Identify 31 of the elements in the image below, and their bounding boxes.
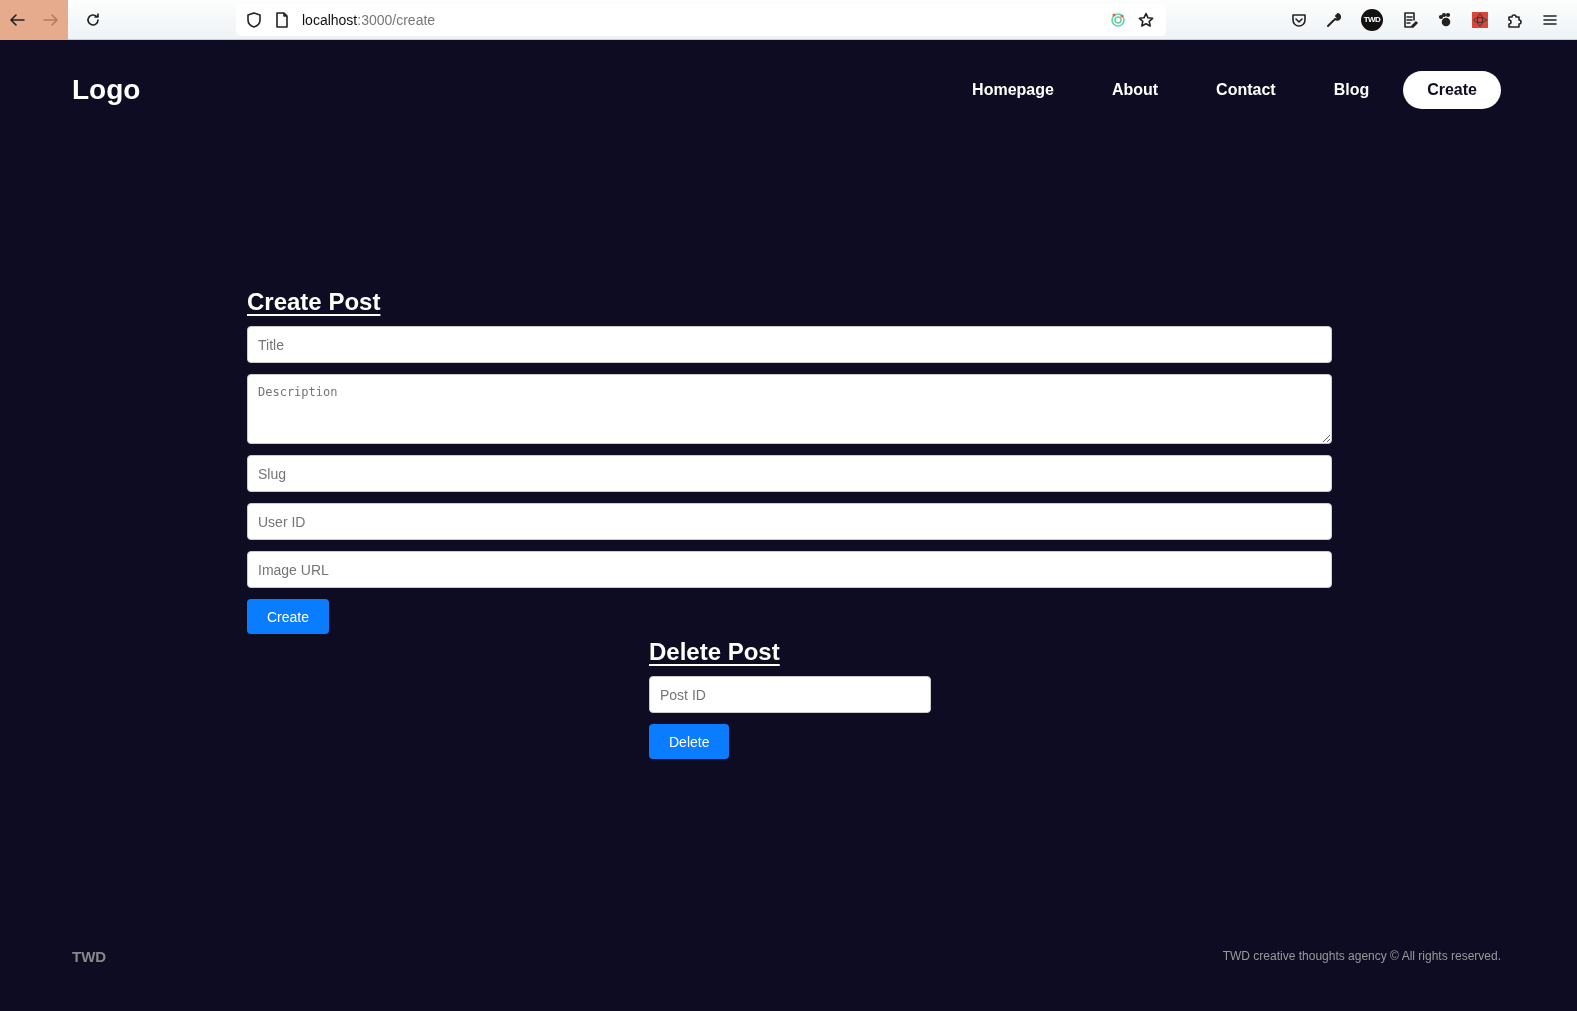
nav-link[interactable]: About — [1087, 71, 1183, 109]
nav-link[interactable]: Homepage — [948, 71, 1078, 109]
form-heading: Create Post — [247, 288, 381, 316]
url-text: localhost:3000/create — [302, 11, 436, 28]
page-icon — [274, 11, 290, 28]
submit-button[interactable]: Delete — [649, 724, 730, 759]
textarea-field[interactable]: Description — [247, 374, 1332, 444]
puzzle-icon[interactable] — [1507, 11, 1523, 28]
footer-brand: TWD — [72, 947, 107, 965]
nav-link[interactable]: Contact — [1192, 71, 1300, 109]
star-icon[interactable] — [1138, 11, 1154, 28]
logo[interactable]: Logo — [72, 74, 141, 106]
extension-badge[interactable]: TWD — [1361, 8, 1383, 31]
back-icon[interactable] — [0, 0, 34, 40]
input-field[interactable]: Slug — [247, 455, 1332, 492]
nav-link[interactable]: Blog — [1309, 71, 1394, 109]
nav-link[interactable]: Create — [1403, 71, 1501, 109]
input-field[interactable]: Post ID — [649, 676, 931, 713]
wrench-icon[interactable] — [1326, 11, 1342, 28]
input-field[interactable]: Title — [247, 326, 1332, 363]
shield-icon — [246, 11, 262, 28]
target-icon[interactable] — [1110, 11, 1126, 28]
pocket-icon[interactable] — [1291, 11, 1307, 28]
submit-button[interactable]: Create — [247, 599, 330, 634]
address-bar[interactable]: localhost:3000/create — [236, 3, 1166, 36]
form-heading: Delete Post — [649, 638, 780, 666]
input-field[interactable]: Image URL — [247, 551, 1332, 588]
input-field[interactable]: User ID — [247, 503, 1332, 540]
copyright-text: TWD creative thoughts agency © All rights reserved. — [1222, 949, 1501, 963]
paw-icon[interactable] — [1437, 11, 1453, 28]
notes-icon[interactable] — [1402, 11, 1418, 28]
